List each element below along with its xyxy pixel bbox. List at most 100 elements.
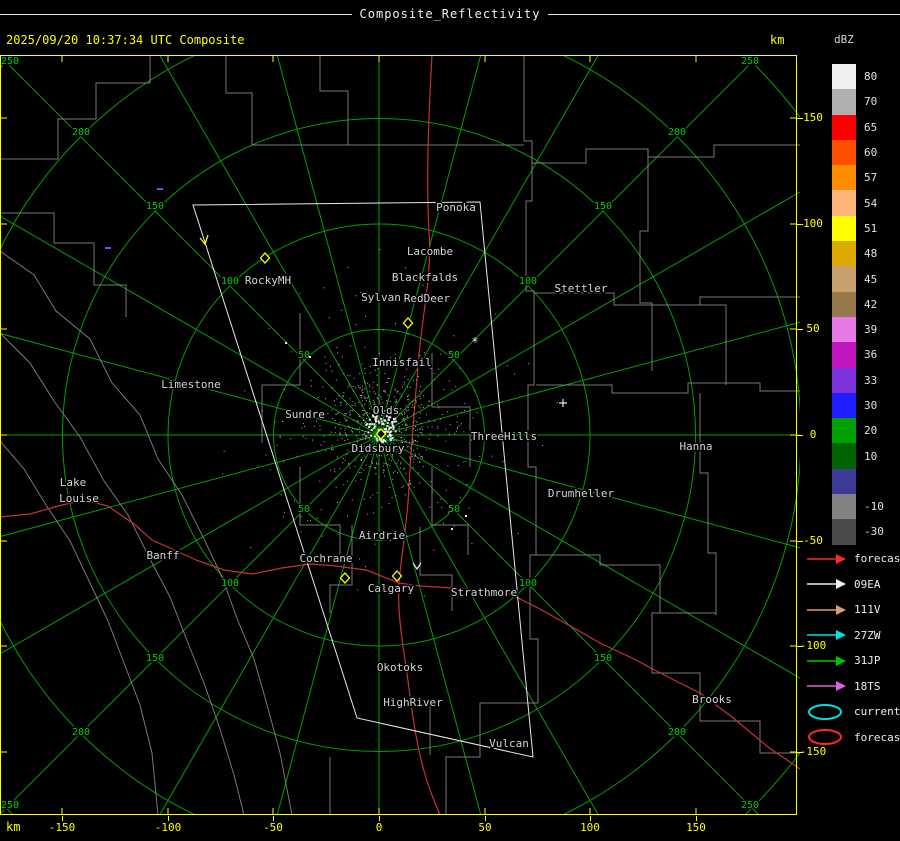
- colorbar-swatch: [832, 215, 856, 242]
- radar-echo-dot: [386, 425, 389, 428]
- radar-echo-dot: [341, 356, 343, 358]
- radar-echo-dot: [321, 535, 323, 537]
- radar-echo-dot: [408, 484, 410, 486]
- radar-echo-dot: [412, 438, 414, 440]
- arrow-icon: [807, 681, 846, 692]
- colorbar-value: 33: [864, 373, 878, 387]
- radar-echo-dot: [394, 430, 397, 433]
- radar-echo-dot: [265, 454, 267, 456]
- radar-echo-dot: [359, 558, 361, 560]
- radar-echo-dot: [364, 565, 366, 567]
- radar-echo-dot: [468, 507, 470, 509]
- radar-echo-dot: [414, 453, 416, 455]
- ring-distance-label: 250: [741, 56, 759, 67]
- radar-echo-dot: [302, 423, 304, 425]
- radar-echo-dot: [441, 506, 443, 508]
- radar-echo-dot: [378, 421, 381, 424]
- radar-echo-dot: [385, 399, 387, 401]
- radar-echo-dot: [322, 386, 324, 388]
- radar-echo-dot: [340, 402, 342, 404]
- radar-echo-dot: [412, 421, 414, 423]
- radar-echo-dot: [401, 486, 403, 488]
- colorbar-value: 45: [864, 272, 878, 286]
- radar-echo-dot: [331, 445, 333, 447]
- radar-echo-dot: [383, 427, 386, 430]
- radar-echo-dot: [300, 531, 302, 533]
- radar-echo-dot: [364, 382, 366, 384]
- radar-echo-dot: [362, 410, 364, 412]
- radar-echo-dot: [400, 463, 402, 465]
- radar-echo-dot: [369, 366, 371, 368]
- radar-echo-dot: [405, 429, 407, 431]
- radar-echo-dot: [387, 435, 390, 438]
- colorbar-title: dBZ: [834, 33, 854, 46]
- radar-echo-dot: [348, 425, 350, 427]
- radar-echo-dot: [433, 373, 435, 375]
- radar-echo-dot: [342, 395, 344, 397]
- radar-echo-dot: [476, 412, 478, 414]
- radar-echo-dot: [286, 499, 288, 501]
- range-spoke: [159, 55, 380, 436]
- radar-echo-dot: [294, 500, 296, 502]
- radar-echo-dot: [413, 458, 415, 460]
- radar-echo-dot: [362, 413, 364, 415]
- radar-echo-dot: [502, 461, 504, 463]
- radar-echo-dot: [397, 472, 399, 474]
- radar-echo-dot: [389, 438, 392, 441]
- radar-echo-dot: [405, 473, 407, 475]
- radar-echo-dot: [382, 390, 384, 392]
- radar-echo-dot: [312, 439, 314, 441]
- radar-echo-dot: [250, 547, 252, 549]
- place-label: Brooks: [692, 693, 732, 706]
- title-rule-right: [548, 14, 900, 15]
- radar-echo-dot: [345, 413, 347, 415]
- radar-echo-dot: [405, 404, 407, 406]
- x-axis-tick: [590, 816, 591, 821]
- radar-echo-dot: [494, 313, 496, 315]
- radar-echo-dot: [406, 416, 408, 418]
- radar-echo-dot: [364, 455, 366, 457]
- colorbar-value: 30: [864, 399, 878, 412]
- radar-echo-dot: [371, 462, 373, 464]
- radar-echo-dot: [436, 463, 438, 465]
- radar-echo-dot: [384, 419, 387, 422]
- radar-echo-dot: [414, 454, 416, 456]
- radar-echo-dot: [339, 434, 341, 436]
- radar-map-canvas: 50 50 50 50 100 100 100 100 150 150 150 150 200 200 20…: [0, 55, 800, 815]
- radar-echo-dot: [331, 448, 333, 450]
- radar-echo-dot: [384, 372, 386, 374]
- radar-echo-dot: [369, 386, 371, 388]
- radar-echo-dot: [401, 414, 403, 416]
- radar-echo-dot: [282, 516, 284, 518]
- place-label: Hanna: [679, 440, 712, 453]
- radar-echo-dot: [384, 389, 386, 391]
- radar-echo-dot: [368, 396, 370, 398]
- radar-echo-dot: [352, 390, 354, 392]
- radar-echo-dot: [449, 478, 451, 480]
- radar-echo-dot: [341, 309, 343, 311]
- ring-distance-label: 250: [1, 800, 19, 811]
- radar-echo-dot: [472, 417, 474, 419]
- radar-echo-dot: [421, 426, 423, 428]
- radar-echo-dot: [456, 428, 458, 430]
- radar-echo-dot: [429, 433, 431, 435]
- colorbar-swatch: [832, 494, 856, 520]
- radar-echo-dot: [257, 465, 259, 467]
- radar-echo-dot: [359, 372, 361, 374]
- radar-echo-dot: [336, 347, 338, 349]
- ring-distance-label: 200: [72, 727, 90, 738]
- radar-echo-dot: [344, 417, 346, 419]
- radar-echo-dot: [437, 427, 439, 429]
- radar-echo-dot: [324, 398, 326, 400]
- radar-echo-dot: [363, 498, 365, 500]
- radar-echo-dot: [346, 435, 348, 437]
- radar-echo-dot: [335, 486, 337, 488]
- legend-label: current: [854, 705, 900, 719]
- radar-echo-dot: [329, 469, 331, 471]
- radar-echo-dot: [400, 408, 402, 410]
- radar-echo-dot: [460, 411, 462, 413]
- radar-echo-dot: [338, 395, 340, 397]
- radar-echo-dot: [405, 423, 407, 425]
- radar-echo-dot: [367, 431, 370, 434]
- radar-echo-dot: [448, 433, 450, 435]
